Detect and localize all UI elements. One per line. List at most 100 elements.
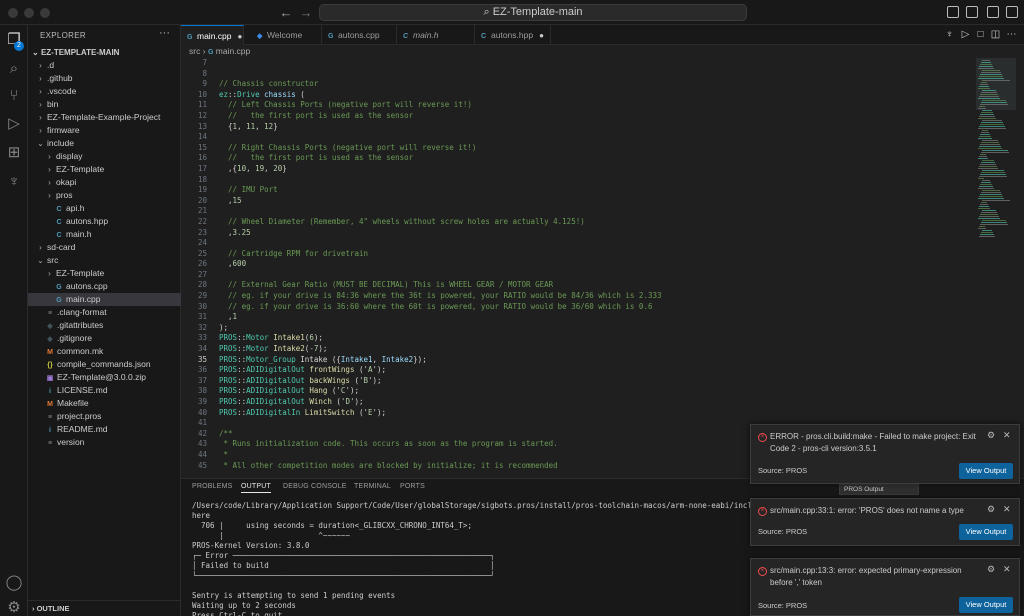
code-line[interactable]: PROS::Motor Intake1(6); — [219, 333, 959, 344]
code-line[interactable]: PROS::ADIDigitalOut frontWings ('A'); — [219, 365, 959, 376]
close-icon[interactable]: ✕ — [1003, 564, 1011, 575]
code-line[interactable]: // eg. if your drive is 36:60 where the … — [219, 302, 959, 313]
tree-item[interactable]: ◆ .gitignore — [28, 332, 181, 345]
tree-item[interactable]: Mcommon.mk — [28, 345, 181, 358]
tree-item[interactable]: i LICENSE.md — [28, 384, 181, 397]
code-line[interactable]: ez::Drive chassis ( — [219, 90, 959, 101]
tree-item[interactable]: M Makefile — [28, 397, 181, 410]
gear-icon[interactable]: ⚙ — [987, 504, 995, 515]
panel-tab-output[interactable]: OUTPUT — [241, 483, 271, 493]
code-line[interactable] — [219, 270, 959, 281]
forward-arrow-icon[interactable]: → — [298, 5, 314, 21]
extensions-icon[interactable]: ⊞ — [5, 144, 23, 162]
customize-layout-icon[interactable] — [1006, 6, 1018, 18]
search-icon[interactable]: ⌕ — [5, 60, 23, 78]
tree-item[interactable]: Cautons.hpp — [28, 215, 181, 228]
breadcrumb-file[interactable]: main.cpp — [216, 46, 251, 56]
view-output-button[interactable]: View Output — [959, 524, 1013, 540]
tab-main-h[interactable]: Cmain.h — [397, 25, 475, 45]
toggle-panel-icon[interactable] — [966, 6, 978, 18]
tree-item[interactable]: {} compile_commands.json — [28, 358, 181, 371]
back-arrow-icon[interactable]: ← — [278, 5, 294, 21]
tree-item[interactable]: › bin — [28, 98, 181, 111]
outline-section[interactable]: › OUTLINE — [28, 600, 181, 616]
tree-item[interactable]: › okapi — [28, 176, 181, 189]
root-folder[interactable]: ⌄ EZ-TEMPLATE-MAIN — [28, 46, 181, 59]
more-actions-icon[interactable]: ··· — [159, 27, 170, 39]
tree-item[interactable]: › .vscode — [28, 85, 181, 98]
pros-icon[interactable]: ♆ — [944, 29, 955, 40]
code-line[interactable]: // Wheel Diameter (Remember, 4" wheels w… — [219, 217, 959, 228]
code-line[interactable]: // Chassis constructor — [219, 79, 959, 90]
tree-item[interactable]: ▣ EZ-Template@3.0.0.zip — [28, 371, 181, 384]
code-line[interactable]: // the first port is used as the sensor — [219, 153, 959, 164]
panel-tab-problems[interactable]: PROBLEMS — [192, 483, 233, 490]
run-icon[interactable]: ▷ — [960, 29, 971, 40]
tab-main-cpp[interactable]: Gmain.cpp ● — [181, 25, 244, 45]
minimize-window-button[interactable] — [24, 8, 34, 18]
tree-item[interactable]: › pros — [28, 189, 181, 202]
code-line[interactable] — [219, 69, 959, 80]
tree-item[interactable]: › .github — [28, 72, 181, 85]
tree-item[interactable]: › sd-card — [28, 241, 181, 254]
tree-item[interactable]: ≡ .clang-format — [28, 306, 181, 319]
code-line[interactable]: PROS::ADIDigitalOut Winch ('D'); — [219, 397, 959, 408]
code-line[interactable]: PROS::ADIDigitalIn LimitSwitch ('E'); — [219, 408, 959, 419]
code-line[interactable]: ); — [219, 323, 959, 334]
code-line[interactable]: PROS::Motor_Group Intake ({Intake1, Inta… — [219, 355, 959, 366]
code-line[interactable]: ,3.25 — [219, 228, 959, 239]
tree-item[interactable]: › EZ-Template — [28, 163, 181, 176]
stop-icon[interactable]: □ — [975, 29, 986, 40]
command-center-search[interactable]: ⌕ EZ-Template-main — [319, 4, 747, 21]
tree-item[interactable]: ⌄ include — [28, 137, 181, 150]
tab-autons-cpp[interactable]: Gautons.cpp — [322, 25, 397, 45]
close-window-button[interactable] — [8, 8, 18, 18]
output-channel-select[interactable]: PROS Output — [839, 484, 919, 495]
view-output-button[interactable]: View Output — [959, 597, 1013, 613]
tree-item[interactable]: Cmain.h — [28, 228, 181, 241]
gear-icon[interactable]: ⚙ — [987, 430, 995, 441]
code-line[interactable]: // eg. if your drive is 84:36 where the … — [219, 291, 959, 302]
code-line[interactable] — [219, 238, 959, 249]
code-line[interactable]: PROS::Motor Intake2(-7); — [219, 344, 959, 355]
code-line[interactable]: ,15 — [219, 196, 959, 207]
tree-item[interactable]: › firmware — [28, 124, 181, 137]
panel-tab-ports[interactable]: PORTS — [400, 483, 425, 490]
code-line[interactable]: {1, 11, 12} — [219, 122, 959, 133]
code-line[interactable]: // External Gear Ratio (MUST BE DECIMAL)… — [219, 280, 959, 291]
code-line[interactable] — [219, 132, 959, 143]
code-line[interactable]: PROS::ADIDigitalOut backWings ('B'); — [219, 376, 959, 387]
pros-icon[interactable]: ♆ — [5, 173, 23, 191]
run-debug-icon[interactable]: ▷ — [5, 115, 23, 133]
code-line[interactable]: // IMU Port — [219, 185, 959, 196]
tree-item[interactable]: Capi.h — [28, 202, 181, 215]
gear-icon[interactable]: ⚙ — [987, 564, 995, 575]
more-actions-icon[interactable]: ⋯ — [1006, 29, 1017, 40]
close-icon[interactable]: ✕ — [1003, 504, 1011, 515]
view-output-button[interactable]: View Output — [959, 463, 1013, 479]
panel-tab-terminal[interactable]: TERMINAL — [354, 483, 391, 490]
tree-item[interactable]: › EZ-Template-Example-Project — [28, 111, 181, 124]
tree-item[interactable]: ◆ .gitattributes — [28, 319, 181, 332]
code-line[interactable] — [219, 206, 959, 217]
tree-item[interactable]: Gautons.cpp — [28, 280, 181, 293]
settings-gear-icon[interactable]: ⚙ — [5, 599, 23, 616]
tree-item[interactable]: › .d — [28, 59, 181, 72]
breadcrumb-folder[interactable]: src — [189, 46, 200, 56]
tree-item[interactable]: › display — [28, 150, 181, 163]
tree-item[interactable]: i README.md — [28, 423, 181, 436]
code-line[interactable]: // Cartridge RPM for drivetrain — [219, 249, 959, 260]
tree-item[interactable]: ≡ project.pros — [28, 410, 181, 423]
account-icon[interactable]: ◯ — [5, 574, 23, 592]
code-line[interactable]: // Left Chassis Ports (negative port wil… — [219, 100, 959, 111]
code-line[interactable] — [219, 175, 959, 186]
output-log[interactable]: /Users/code/Library/Application Support/… — [192, 501, 784, 616]
code-line[interactable]: ,{10, 19, 20} — [219, 164, 959, 175]
toggle-sidebar-icon[interactable] — [947, 6, 959, 18]
code-line[interactable]: ,600 — [219, 259, 959, 270]
close-icon[interactable]: ✕ — [1003, 430, 1011, 441]
tab-autons-hpp[interactable]: Cautons.hpp ● — [475, 25, 551, 45]
code-content[interactable]: // Chassis constructor ez::Drive chassis … — [219, 58, 959, 471]
toggle-secondary-sidebar-icon[interactable] — [987, 6, 999, 18]
panel-tab-debug-console[interactable]: DEBUG CONSOLE — [283, 483, 347, 490]
